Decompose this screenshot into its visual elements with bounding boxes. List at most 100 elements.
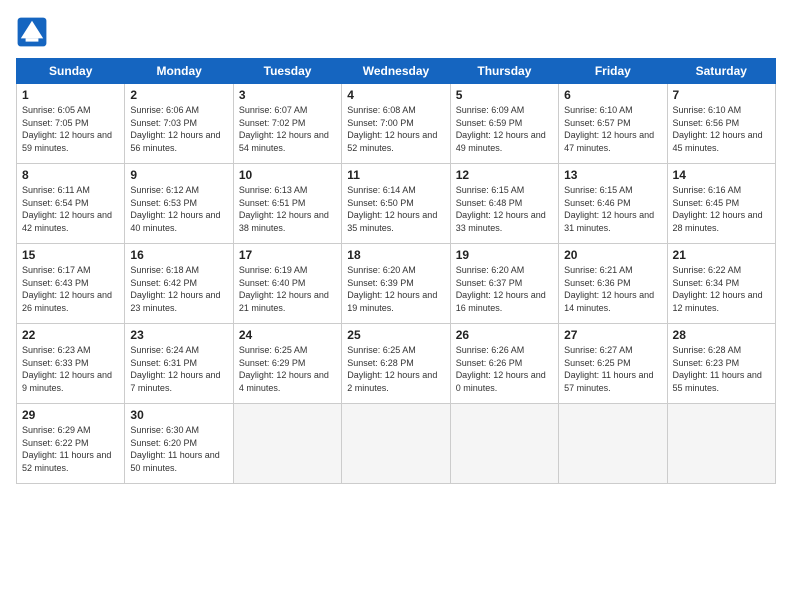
logo bbox=[16, 16, 52, 48]
calendar-day-cell: 18 Sunrise: 6:20 AM Sunset: 6:39 PM Dayli… bbox=[342, 244, 450, 324]
day-number: 25 bbox=[347, 328, 444, 342]
day-number: 24 bbox=[239, 328, 336, 342]
calendar-empty-cell bbox=[667, 404, 775, 484]
calendar-day-cell: 21 Sunrise: 6:22 AM Sunset: 6:34 PM Dayli… bbox=[667, 244, 775, 324]
day-info: Sunrise: 6:20 AM Sunset: 6:39 PM Dayligh… bbox=[347, 264, 444, 314]
day-info: Sunrise: 6:12 AM Sunset: 6:53 PM Dayligh… bbox=[130, 184, 227, 234]
day-info: Sunrise: 6:15 AM Sunset: 6:48 PM Dayligh… bbox=[456, 184, 553, 234]
day-info: Sunrise: 6:10 AM Sunset: 6:57 PM Dayligh… bbox=[564, 104, 661, 154]
calendar-week-row: 22Sunrise: 6:23 AM Sunset: 6:33 PM Dayli… bbox=[17, 324, 776, 404]
day-info: Sunrise: 6:28 AM Sunset: 6:23 PM Dayligh… bbox=[673, 344, 770, 394]
day-number: 11 bbox=[347, 168, 444, 182]
calendar-day-cell: 22Sunrise: 6:23 AM Sunset: 6:33 PM Dayli… bbox=[17, 324, 125, 404]
calendar-day-cell: 15 Sunrise: 6:17 AM Sunset: 6:43 PM Dayli… bbox=[17, 244, 125, 324]
day-info: Sunrise: 6:24 AM Sunset: 6:31 PM Dayligh… bbox=[130, 344, 227, 394]
day-number: 4 bbox=[347, 88, 444, 102]
calendar-day-cell: 28 Sunrise: 6:28 AM Sunset: 6:23 PM Dayli… bbox=[667, 324, 775, 404]
day-info: Sunrise: 6:11 AM Sunset: 6:54 PM Dayligh… bbox=[22, 184, 119, 234]
day-number: 10 bbox=[239, 168, 336, 182]
calendar-day-cell: 30 Sunrise: 6:30 AM Sunset: 6:20 PM Dayli… bbox=[125, 404, 233, 484]
day-info: Sunrise: 6:27 AM Sunset: 6:25 PM Dayligh… bbox=[564, 344, 661, 394]
calendar-day-cell: 9 Sunrise: 6:12 AM Sunset: 6:53 PM Daylig… bbox=[125, 164, 233, 244]
day-info: Sunrise: 6:29 AM Sunset: 6:22 PM Dayligh… bbox=[22, 424, 119, 474]
calendar-day-cell: 23 Sunrise: 6:24 AM Sunset: 6:31 PM Dayli… bbox=[125, 324, 233, 404]
day-info: Sunrise: 6:25 AM Sunset: 6:28 PM Dayligh… bbox=[347, 344, 444, 394]
calendar-week-row: 1Sunrise: 6:05 AM Sunset: 7:05 PM Daylig… bbox=[17, 84, 776, 164]
day-number: 6 bbox=[564, 88, 661, 102]
day-number: 8 bbox=[22, 168, 119, 182]
header-sunday: Sunday bbox=[17, 59, 125, 84]
header-thursday: Thursday bbox=[450, 59, 558, 84]
header bbox=[16, 16, 776, 48]
day-info: Sunrise: 6:07 AM Sunset: 7:02 PM Dayligh… bbox=[239, 104, 336, 154]
day-number: 14 bbox=[673, 168, 770, 182]
calendar-day-cell: 4Sunrise: 6:08 AM Sunset: 7:00 PM Daylig… bbox=[342, 84, 450, 164]
calendar-day-cell: 11 Sunrise: 6:14 AM Sunset: 6:50 PM Dayli… bbox=[342, 164, 450, 244]
calendar-day-cell: 8 Sunrise: 6:11 AM Sunset: 6:54 PM Daylig… bbox=[17, 164, 125, 244]
day-info: Sunrise: 6:19 AM Sunset: 6:40 PM Dayligh… bbox=[239, 264, 336, 314]
day-info: Sunrise: 6:10 AM Sunset: 6:56 PM Dayligh… bbox=[673, 104, 770, 154]
calendar-day-cell: 6 Sunrise: 6:10 AM Sunset: 6:57 PM Daylig… bbox=[559, 84, 667, 164]
calendar-week-row: 15 Sunrise: 6:17 AM Sunset: 6:43 PM Dayli… bbox=[17, 244, 776, 324]
day-number: 21 bbox=[673, 248, 770, 262]
day-info: Sunrise: 6:22 AM Sunset: 6:34 PM Dayligh… bbox=[673, 264, 770, 314]
day-number: 26 bbox=[456, 328, 553, 342]
calendar-day-cell: 27 Sunrise: 6:27 AM Sunset: 6:25 PM Dayli… bbox=[559, 324, 667, 404]
day-number: 12 bbox=[456, 168, 553, 182]
day-info: Sunrise: 6:06 AM Sunset: 7:03 PM Dayligh… bbox=[130, 104, 227, 154]
calendar-day-cell: 26 Sunrise: 6:26 AM Sunset: 6:26 PM Dayli… bbox=[450, 324, 558, 404]
day-info: Sunrise: 6:30 AM Sunset: 6:20 PM Dayligh… bbox=[130, 424, 227, 474]
calendar-day-cell: 13 Sunrise: 6:15 AM Sunset: 6:46 PM Dayli… bbox=[559, 164, 667, 244]
day-number: 13 bbox=[564, 168, 661, 182]
calendar-day-cell: 24Sunrise: 6:25 AM Sunset: 6:29 PM Dayli… bbox=[233, 324, 341, 404]
weekday-header-row: Sunday Monday Tuesday Wednesday Thursday… bbox=[17, 59, 776, 84]
day-number: 2 bbox=[130, 88, 227, 102]
day-number: 17 bbox=[239, 248, 336, 262]
calendar-day-cell: 3 Sunrise: 6:07 AM Sunset: 7:02 PM Daylig… bbox=[233, 84, 341, 164]
header-friday: Friday bbox=[559, 59, 667, 84]
calendar-day-cell: 5Sunrise: 6:09 AM Sunset: 6:59 PM Daylig… bbox=[450, 84, 558, 164]
header-tuesday: Tuesday bbox=[233, 59, 341, 84]
calendar-day-cell: 7 Sunrise: 6:10 AM Sunset: 6:56 PM Daylig… bbox=[667, 84, 775, 164]
day-number: 9 bbox=[130, 168, 227, 182]
calendar-day-cell: 20 Sunrise: 6:21 AM Sunset: 6:36 PM Dayli… bbox=[559, 244, 667, 324]
day-number: 27 bbox=[564, 328, 661, 342]
day-info: Sunrise: 6:15 AM Sunset: 6:46 PM Dayligh… bbox=[564, 184, 661, 234]
day-number: 16 bbox=[130, 248, 227, 262]
day-info: Sunrise: 6:17 AM Sunset: 6:43 PM Dayligh… bbox=[22, 264, 119, 314]
day-number: 7 bbox=[673, 88, 770, 102]
day-number: 30 bbox=[130, 408, 227, 422]
day-info: Sunrise: 6:20 AM Sunset: 6:37 PM Dayligh… bbox=[456, 264, 553, 314]
day-number: 3 bbox=[239, 88, 336, 102]
calendar-empty-cell bbox=[450, 404, 558, 484]
day-number: 29 bbox=[22, 408, 119, 422]
day-number: 15 bbox=[22, 248, 119, 262]
calendar-empty-cell bbox=[342, 404, 450, 484]
calendar-empty-cell bbox=[559, 404, 667, 484]
calendar-day-cell: 10 Sunrise: 6:13 AM Sunset: 6:51 PM Dayli… bbox=[233, 164, 341, 244]
calendar-day-cell: 17 Sunrise: 6:19 AM Sunset: 6:40 PM Dayli… bbox=[233, 244, 341, 324]
calendar-table: Sunday Monday Tuesday Wednesday Thursday… bbox=[16, 58, 776, 484]
day-number: 5 bbox=[456, 88, 553, 102]
day-info: Sunrise: 6:21 AM Sunset: 6:36 PM Dayligh… bbox=[564, 264, 661, 314]
day-info: Sunrise: 6:14 AM Sunset: 6:50 PM Dayligh… bbox=[347, 184, 444, 234]
calendar-empty-cell bbox=[233, 404, 341, 484]
day-info: Sunrise: 6:13 AM Sunset: 6:51 PM Dayligh… bbox=[239, 184, 336, 234]
day-number: 22 bbox=[22, 328, 119, 342]
day-number: 1 bbox=[22, 88, 119, 102]
day-number: 20 bbox=[564, 248, 661, 262]
day-info: Sunrise: 6:18 AM Sunset: 6:42 PM Dayligh… bbox=[130, 264, 227, 314]
calendar-week-row: 29 Sunrise: 6:29 AM Sunset: 6:22 PM Dayli… bbox=[17, 404, 776, 484]
calendar-day-cell: 29 Sunrise: 6:29 AM Sunset: 6:22 PM Dayli… bbox=[17, 404, 125, 484]
calendar-day-cell: 1Sunrise: 6:05 AM Sunset: 7:05 PM Daylig… bbox=[17, 84, 125, 164]
day-number: 23 bbox=[130, 328, 227, 342]
calendar-day-cell: 25 Sunrise: 6:25 AM Sunset: 6:28 PM Dayli… bbox=[342, 324, 450, 404]
calendar-day-cell: 2 Sunrise: 6:06 AM Sunset: 7:03 PM Daylig… bbox=[125, 84, 233, 164]
day-info: Sunrise: 6:26 AM Sunset: 6:26 PM Dayligh… bbox=[456, 344, 553, 394]
day-number: 18 bbox=[347, 248, 444, 262]
day-number: 28 bbox=[673, 328, 770, 342]
day-number: 19 bbox=[456, 248, 553, 262]
calendar-day-cell: 12 Sunrise: 6:15 AM Sunset: 6:48 PM Dayli… bbox=[450, 164, 558, 244]
calendar-day-cell: 19 Sunrise: 6:20 AM Sunset: 6:37 PM Dayli… bbox=[450, 244, 558, 324]
calendar-day-cell: 14Sunrise: 6:16 AM Sunset: 6:45 PM Dayli… bbox=[667, 164, 775, 244]
